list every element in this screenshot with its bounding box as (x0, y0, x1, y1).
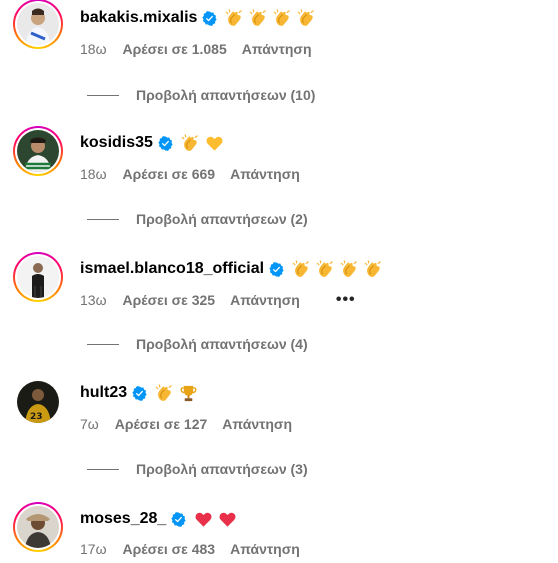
clapping-hands-icon (155, 383, 172, 401)
username[interactable]: bakakis.mixalis (80, 9, 197, 27)
verified-badge-icon (171, 511, 186, 527)
reply-button[interactable]: Απάντηση (242, 41, 312, 57)
verified-badge-icon (269, 261, 284, 277)
clapping-hands-icon (298, 8, 315, 26)
avatar[interactable] (13, 0, 63, 49)
view-replies-button[interactable]: Προβολή απαντήσεων (10) (87, 87, 315, 103)
username[interactable]: ismael.blanco18_official (80, 260, 264, 278)
likes-count[interactable]: Αρέσει σε 483 (123, 541, 216, 557)
more-options-button[interactable]: ••• (336, 291, 356, 309)
clapping-hands-icon (274, 8, 291, 26)
reply-button[interactable]: Απάντηση (230, 166, 300, 182)
divider-line (87, 94, 119, 96)
yellow-heart-icon (206, 136, 223, 151)
comment-emojis (225, 8, 316, 28)
clapping-hands-icon (364, 259, 381, 277)
likes-count[interactable]: Αρέσει σε 1.085 (123, 41, 227, 57)
verified-badge-icon (158, 135, 173, 151)
clapping-hands-icon (250, 8, 267, 26)
comment-time: 17ω (80, 541, 107, 557)
reply-button[interactable]: Απάντηση (230, 541, 300, 557)
comment-emojis (181, 133, 224, 153)
trophy-icon (180, 385, 197, 401)
avatar[interactable] (13, 126, 63, 176)
comment-time: 18ω (80, 166, 107, 182)
clapping-hands-icon (292, 259, 309, 277)
username[interactable]: kosidis35 (80, 134, 153, 152)
view-replies-label: Προβολή απαντήσεων (10) (136, 87, 316, 103)
view-replies-button[interactable]: Προβολή απαντήσεων (3) (87, 461, 308, 477)
view-replies-label: Προβολή απαντήσεων (2) (136, 211, 308, 227)
view-replies-label: Προβολή απαντήσεων (4) (136, 336, 308, 352)
likes-count[interactable]: Αρέσει σε 127 (115, 416, 208, 432)
red-heart-icon (219, 512, 236, 527)
divider-line (87, 468, 119, 470)
divider-line (87, 343, 119, 345)
likes-count[interactable]: Αρέσει σε 325 (123, 292, 216, 308)
comment-time: 18ω (80, 41, 107, 57)
reply-button[interactable]: Απάντηση (222, 416, 292, 432)
reply-button[interactable]: Απάντηση (230, 292, 300, 308)
view-replies-button[interactable]: Προβολή απαντήσεων (2) (87, 211, 308, 227)
username[interactable]: moses_28_ (80, 510, 166, 528)
avatar[interactable] (13, 502, 63, 552)
red-heart-icon (195, 512, 212, 527)
comment-emojis (155, 383, 198, 403)
avatar[interactable] (13, 252, 63, 302)
clapping-hands-icon (340, 259, 357, 277)
comment-time: 13ω (80, 292, 107, 308)
comment-time: 7ω (80, 416, 99, 432)
username[interactable]: hult23 (80, 384, 127, 402)
view-replies-button[interactable]: Προβολή απαντήσεων (4) (87, 336, 308, 352)
likes-count[interactable]: Αρέσει σε 669 (123, 166, 216, 182)
comment-emojis (292, 259, 383, 279)
clapping-hands-icon (316, 259, 333, 277)
divider-line (87, 218, 119, 220)
comment-emojis (194, 510, 237, 529)
verified-badge-icon (202, 10, 218, 26)
svg-text:23: 23 (30, 412, 43, 422)
clapping-hands-icon (226, 8, 243, 26)
avatar[interactable]: 23 (13, 377, 63, 427)
view-replies-label: Προβολή απαντήσεων (3) (136, 461, 308, 477)
verified-badge-icon (132, 385, 147, 401)
clapping-hands-icon (181, 133, 198, 151)
